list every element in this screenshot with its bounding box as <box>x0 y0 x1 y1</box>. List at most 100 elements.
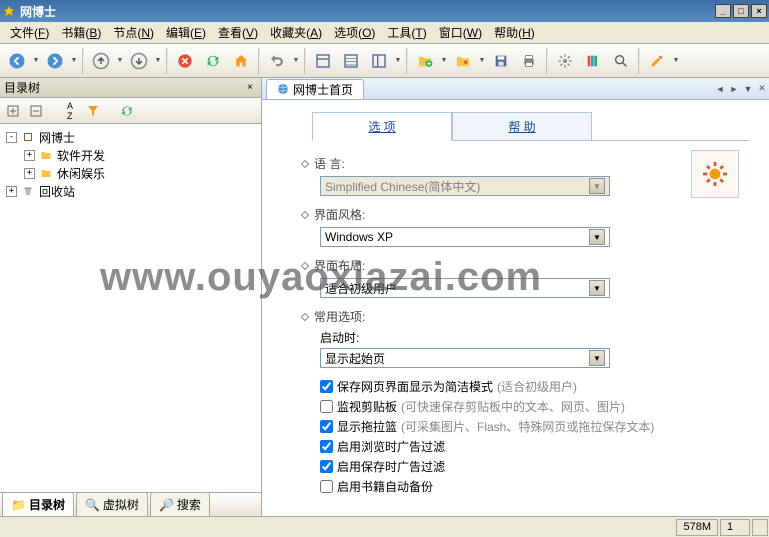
tree-label: 回收站 <box>39 183 75 200</box>
expand-icon[interactable] <box>3 101 23 121</box>
common-label: 常用选项: <box>314 308 365 325</box>
checkbox-label: 启用保存时广告过滤 <box>337 458 445 475</box>
back-button[interactable] <box>4 48 30 74</box>
dropdown-icon[interactable]: ▼ <box>589 229 605 245</box>
expand-toggle[interactable]: - <box>6 132 17 143</box>
tree-label: 休闲娱乐 <box>57 165 105 182</box>
down-button[interactable] <box>126 48 152 74</box>
refresh-button[interactable] <box>200 48 226 74</box>
layout-select[interactable]: 适合初级用户▼ <box>320 278 610 298</box>
menu-e[interactable]: 编辑(E) <box>160 22 212 43</box>
edit-button[interactable] <box>644 48 670 74</box>
startup-select[interactable]: 显示起始页▼ <box>320 348 610 368</box>
checkbox-row: 监视剪贴板(可快速保存剪贴板中的文本、网页、图片) <box>320 398 749 415</box>
view3-dropdown[interactable]: ▼ <box>394 57 402 64</box>
checkbox-row: 启用浏览时广告过滤 <box>320 438 749 455</box>
menu-h[interactable]: 帮助(H) <box>488 22 541 43</box>
forward-dropdown[interactable]: ▼ <box>70 57 78 64</box>
tree-node[interactable]: + 休闲娱乐 <box>2 164 259 182</box>
left-tab[interactable]: 🔎搜索 <box>150 492 210 516</box>
dropdown-icon[interactable]: ▼ <box>589 350 605 366</box>
inner-tabs: 选 项帮 助 <box>312 112 749 141</box>
menu-b[interactable]: 书籍(B) <box>55 22 107 43</box>
print-button[interactable] <box>516 48 542 74</box>
collapse-icon[interactable] <box>26 101 46 121</box>
back-dropdown[interactable]: ▼ <box>32 57 40 64</box>
checkbox-hint: (适合初级用户) <box>497 378 577 395</box>
statusbar: 578M 1 <box>0 516 769 537</box>
tree-panel-close[interactable]: × <box>243 81 257 95</box>
folder2-dropdown[interactable]: ▼ <box>478 57 486 64</box>
down-dropdown[interactable]: ▼ <box>154 57 162 64</box>
menubar: 文件(F)书籍(B)节点(N)编辑(E)查看(V)收藏夹(A)选项(O)工具(T… <box>0 22 769 44</box>
checkbox[interactable] <box>320 400 333 413</box>
tree-node[interactable]: + 回收站 <box>2 182 259 200</box>
newfolder-button[interactable] <box>412 48 438 74</box>
close-button[interactable]: × <box>751 4 767 18</box>
dropdown-icon[interactable]: ▼ <box>589 178 605 194</box>
layout-label: 界面布局: <box>314 257 365 274</box>
stop-button[interactable] <box>172 48 198 74</box>
undo-button[interactable] <box>264 48 290 74</box>
style-select[interactable]: Windows XP▼ <box>320 227 610 247</box>
tab-prev-icon[interactable]: ◄ <box>713 84 727 94</box>
tab-close-icon[interactable]: ✕ <box>755 83 769 94</box>
forward-button[interactable] <box>42 48 68 74</box>
left-tab[interactable]: 🔍虚拟树 <box>76 492 148 516</box>
undo-dropdown[interactable]: ▼ <box>292 57 300 64</box>
tab-menu-icon[interactable]: ▼ <box>741 84 755 94</box>
checkbox[interactable] <box>320 380 333 393</box>
home-button[interactable] <box>228 48 254 74</box>
doc-tab-header: 网博士首页 ◄ ► ▼ ✕ <box>262 78 769 100</box>
checkbox[interactable] <box>320 480 333 493</box>
edit-dropdown[interactable]: ▼ <box>672 57 680 64</box>
inner-tab[interactable]: 选 项 <box>312 112 452 141</box>
tree-node[interactable]: -网博士 <box>2 128 259 146</box>
tab-icon: 🔍 <box>85 498 100 512</box>
left-tab[interactable]: 📁目录树 <box>2 492 74 516</box>
expand-toggle[interactable]: + <box>6 186 17 197</box>
filter-icon[interactable] <box>83 101 103 121</box>
folder2-button[interactable] <box>450 48 476 74</box>
menu-a[interactable]: 收藏夹(A) <box>264 22 328 43</box>
expand-toggle[interactable]: + <box>24 150 35 161</box>
language-select[interactable]: Simplified Chinese(简体中文)▼ <box>320 176 610 196</box>
menu-t[interactable]: 工具(T) <box>381 22 432 43</box>
menu-f[interactable]: 文件(F) <box>4 22 55 43</box>
menu-v[interactable]: 查看(V) <box>212 22 264 43</box>
checkbox[interactable] <box>320 420 333 433</box>
tree-label: 软件开发 <box>57 147 105 164</box>
diamond-icon <box>301 159 309 167</box>
directory-tree[interactable]: -网博士 + 软件开发 + 休闲娱乐 + 回收站 <box>0 124 261 492</box>
settings-button[interactable] <box>552 48 578 74</box>
up-button[interactable] <box>88 48 114 74</box>
view3-button[interactable] <box>366 48 392 74</box>
view1-button[interactable] <box>310 48 336 74</box>
newfolder-dropdown[interactable]: ▼ <box>440 57 448 64</box>
tab-next-icon[interactable]: ► <box>727 84 741 94</box>
up-dropdown[interactable]: ▼ <box>116 57 124 64</box>
app-icon <box>2 4 16 18</box>
checkbox[interactable] <box>320 460 333 473</box>
save-button[interactable] <box>488 48 514 74</box>
doc-tab[interactable]: 网博士首页 <box>266 79 364 99</box>
status-mem: 578M <box>676 519 718 536</box>
tree-panel: 目录树 × AZ -网博士+软件开发+休闲娱乐+回收站 📁目录树🔍虚拟树🔎搜索 <box>0 78 262 516</box>
checkbox[interactable] <box>320 440 333 453</box>
minimize-button[interactable]: _ <box>715 4 731 18</box>
view2-button[interactable] <box>338 48 364 74</box>
menu-w[interactable]: 窗口(W) <box>433 22 488 43</box>
expand-toggle[interactable]: + <box>24 168 35 179</box>
menu-o[interactable]: 选项(O) <box>328 22 381 43</box>
books-button[interactable] <box>580 48 606 74</box>
tree-node[interactable]: + 软件开发 <box>2 146 259 164</box>
sort-az-icon[interactable]: AZ <box>60 101 80 121</box>
inner-tab[interactable]: 帮 助 <box>452 112 592 140</box>
checkbox-label: 启用浏览时广告过滤 <box>337 438 445 455</box>
dropdown-icon[interactable]: ▼ <box>589 280 605 296</box>
tree-refresh-icon[interactable] <box>117 101 137 121</box>
menu-n[interactable]: 节点(N) <box>107 22 160 43</box>
maximize-button[interactable]: □ <box>733 4 749 18</box>
checkbox-hint: (可快速保存剪贴板中的文本、网页、图片) <box>401 398 625 415</box>
search-button[interactable] <box>608 48 634 74</box>
